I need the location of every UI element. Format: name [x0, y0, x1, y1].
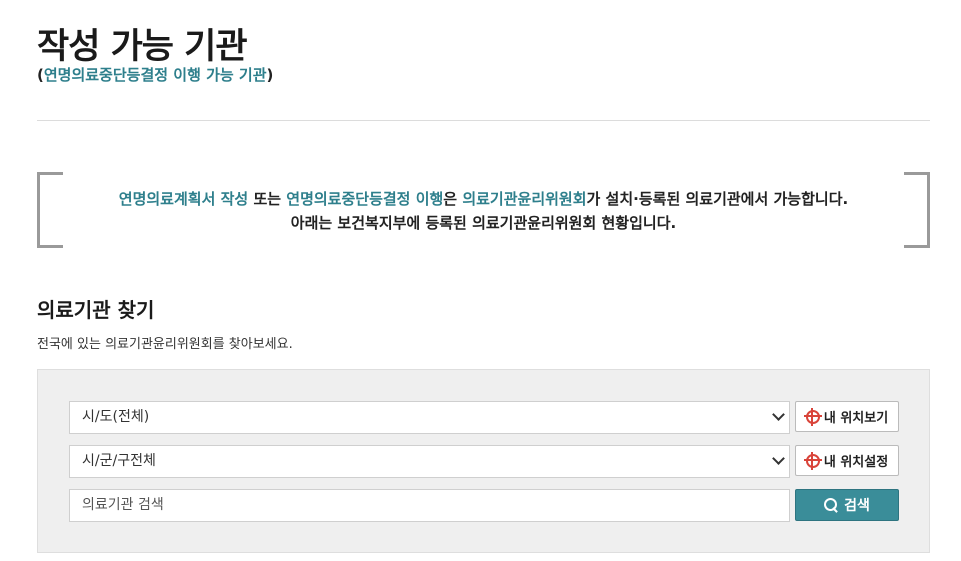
district-select[interactable]: 시/군/구전체	[69, 445, 790, 478]
my-location-set-button[interactable]: 내 위치설정	[795, 445, 899, 476]
my-location-view-button[interactable]: 내 위치보기	[795, 401, 899, 432]
target-icon	[805, 453, 820, 468]
search-panel: 시/도(전체) 내 위치보기 시/군/구전체 내 위치설정 의료기관 검색 검색	[37, 369, 930, 553]
notice-text: 가 설치·등록된 의료기관에서 가능합니다.	[586, 190, 849, 208]
notice-box: 연명의료계획서 작성 또는 연명의료중단등결정 이행은 의료기관윤리위원회가 설…	[37, 172, 930, 248]
subtitle-close: )	[266, 66, 274, 84]
subtitle-link: 연명의료중단등결정 이행 가능 기관	[43, 66, 267, 84]
section-title: 의료기관 찾기	[37, 298, 155, 322]
notice-text: 은	[443, 190, 463, 208]
notice-bracket-left	[37, 172, 63, 248]
district-select-value: 시/군/구전체	[82, 453, 156, 469]
section-description: 전국에 있는 의료기관윤리위원회를 찾아보세요.	[37, 337, 293, 352]
chevron-down-icon	[772, 452, 785, 465]
search-icon	[824, 498, 838, 512]
header-divider	[37, 120, 930, 121]
notice-text: 또는	[248, 190, 287, 208]
page-title: 작성 가능 기관	[37, 27, 248, 67]
notice-line-2: 아래는 보건복지부에 등록된 의료기관윤리위원회 현황입니다.	[290, 214, 677, 232]
target-icon	[805, 409, 820, 424]
search-button-label: 검색	[844, 498, 870, 514]
search-input-placeholder: 의료기관 검색	[82, 497, 164, 513]
notice-bracket-right	[904, 172, 930, 248]
chevron-down-icon	[772, 408, 785, 421]
notice-line-1: 연명의료계획서 작성 또는 연명의료중단등결정 이행은 의료기관윤리위원회가 설…	[37, 188, 930, 209]
my-location-view-label: 내 위치보기	[823, 411, 889, 426]
page-subtitle: (연명의료중단등결정 이행 가능 기관)	[37, 64, 273, 85]
search-button[interactable]: 검색	[795, 489, 899, 521]
province-select-value: 시/도(전체)	[82, 409, 150, 425]
notice-highlight: 의료기관윤리위원회	[462, 190, 587, 208]
notice-highlight: 연명의료중단등결정 이행	[286, 190, 444, 208]
my-location-set-label: 내 위치설정	[823, 455, 889, 470]
subtitle-open: (	[37, 66, 44, 84]
province-select[interactable]: 시/도(전체)	[69, 401, 790, 434]
notice-highlight: 연명의료계획서 작성	[118, 190, 249, 208]
search-input[interactable]: 의료기관 검색	[69, 489, 790, 522]
